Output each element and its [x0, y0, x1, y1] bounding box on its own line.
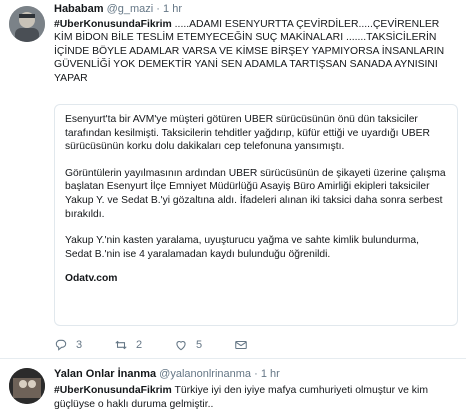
- avatar[interactable]: [9, 368, 45, 404]
- separator-dot: ·: [254, 368, 258, 380]
- avatar-image: [9, 6, 45, 42]
- tweet-header: Yalan Onlar İnanma @yalanonlrinanma · 1 …: [54, 368, 280, 381]
- link-card[interactable]: Esenyurt'ta bir AVM'ye müşteri götüren U…: [54, 104, 458, 326]
- card-paragraph: Görüntülerin yayılmasının ardından UBER …: [65, 167, 446, 220]
- tweet[interactable]: Yalan Onlar İnanma @yalanonlrinanma · 1 …: [0, 360, 466, 420]
- card-paragraph: Esenyurt'ta bir AVM'ye müşteri götüren U…: [65, 114, 430, 153]
- reply-button[interactable]: 3: [54, 338, 114, 352]
- reply-count: 3: [76, 339, 83, 351]
- like-button[interactable]: 5: [174, 338, 234, 352]
- tweet[interactable]: Hababam @g_mazi · 1 hr #UberKonusundaFik…: [0, 0, 466, 358]
- hashtag-link[interactable]: #UberKonusundaFikrim: [54, 19, 172, 30]
- tweet-actions: 3 2 5: [54, 337, 294, 353]
- hashtag-link[interactable]: #UberKonusundaFikrim: [54, 385, 172, 396]
- author-name[interactable]: Hababam: [54, 3, 104, 15]
- message-button[interactable]: [234, 338, 294, 352]
- retweet-count: 2: [136, 339, 143, 351]
- reply-icon: [55, 339, 67, 351]
- card-source: Odatv.com: [65, 273, 118, 285]
- retweet-icon: [115, 340, 127, 350]
- separator-dot: ·: [156, 3, 160, 15]
- tweet-text: #UberKonusundaFikrim Türkiye iyi den iyi…: [54, 384, 458, 412]
- card-paragraph: Yakup Y.'nin kasten yaralama, uyuşturucu…: [65, 235, 419, 260]
- author-handle[interactable]: @g_mazi: [107, 3, 154, 15]
- author-name[interactable]: Yalan Onlar İnanma: [54, 368, 156, 380]
- tweet-text: #UberKonusundaFikrim .....ADAMI ESENYURT…: [54, 18, 458, 85]
- timestamp[interactable]: 1 hr: [261, 368, 280, 380]
- tweet-divider: [0, 358, 466, 359]
- like-icon: [176, 341, 186, 351]
- author-handle[interactable]: @yalanonlrinanma: [159, 368, 251, 380]
- message-icon: [235, 340, 247, 350]
- retweet-button[interactable]: 2: [114, 338, 174, 352]
- tweet-header: Hababam @g_mazi · 1 hr: [54, 3, 182, 16]
- like-count: 5: [196, 339, 203, 351]
- avatar-image: [9, 368, 45, 404]
- timestamp[interactable]: 1 hr: [163, 3, 182, 15]
- avatar[interactable]: [9, 6, 45, 42]
